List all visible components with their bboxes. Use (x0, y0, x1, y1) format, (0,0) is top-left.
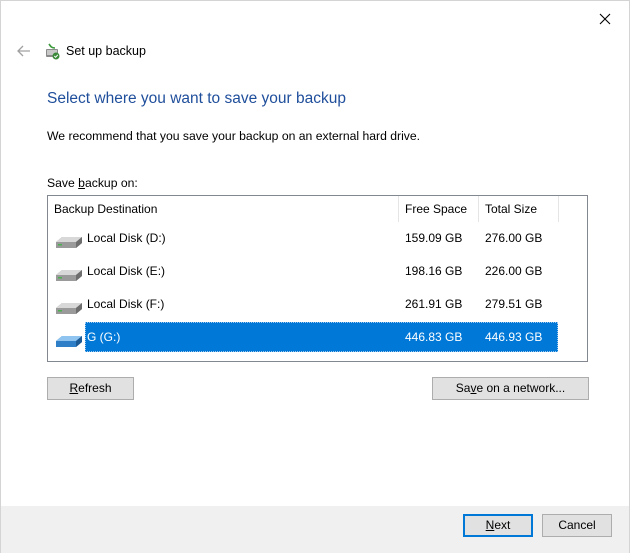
refresh-button[interactable]: Refresh (47, 377, 134, 400)
drive-name: G (G:) (87, 330, 121, 344)
column-header-free-space[interactable]: Free Space (399, 196, 479, 222)
back-arrow-icon (17, 45, 30, 57)
dialog-footer (1, 506, 629, 553)
close-icon (599, 13, 611, 25)
drive-name: Local Disk (F:) (87, 297, 165, 311)
drive-free-space: 198.16 GB (405, 264, 463, 278)
external-drive-icon (56, 336, 82, 347)
drive-name: Local Disk (D:) (87, 231, 166, 245)
drive-free-space: 159.09 GB (405, 231, 463, 245)
list-item-drive-g[interactable]: G (G:) 446.83 GB 446.93 GB (48, 322, 558, 352)
recommendation-text: We recommend that you save your backup o… (47, 129, 421, 143)
close-button[interactable] (591, 7, 619, 31)
title-bar: Set up backup (16, 41, 146, 61)
backup-app-icon (46, 43, 60, 60)
backup-dialog: Set up backup Select where you want to s… (0, 0, 630, 553)
save-backup-label: Save backup on: (47, 176, 138, 190)
drive-name: Local Disk (E:) (87, 264, 166, 278)
page-heading: Select where you want to save your backu… (47, 90, 346, 107)
drive-total-size: 276.00 GB (485, 231, 543, 245)
list-item-drive-e[interactable]: Local Disk (E:) 198.16 GB 226.00 GB (48, 256, 558, 286)
column-header-total-size[interactable]: Total Size (479, 196, 559, 222)
list-item-drive-f[interactable]: Local Disk (F:) 261.91 GB 279.51 GB (48, 289, 558, 319)
cancel-button[interactable]: Cancel (542, 514, 612, 537)
hard-drive-icon (56, 303, 82, 314)
next-button[interactable]: Next (463, 514, 533, 537)
drive-total-size: 226.00 GB (485, 264, 543, 278)
hard-drive-icon (56, 270, 82, 281)
hard-drive-icon (56, 237, 82, 248)
back-button[interactable] (16, 43, 32, 59)
column-header-destination[interactable]: Backup Destination (48, 196, 399, 222)
list-header: Backup Destination Free Space Total Size (48, 196, 587, 222)
backup-destination-list[interactable]: Backup Destination Free Space Total Size… (47, 195, 588, 362)
drive-free-space: 261.91 GB (405, 297, 463, 311)
window-title: Set up backup (66, 44, 146, 58)
list-item-drive-d[interactable]: Local Disk (D:) 159.09 GB 276.00 GB (48, 223, 558, 253)
drive-total-size: 446.93 GB (485, 330, 543, 344)
drive-free-space: 446.83 GB (405, 330, 463, 344)
save-on-network-button[interactable]: Save on a network... (432, 377, 589, 400)
drive-total-size: 279.51 GB (485, 297, 543, 311)
